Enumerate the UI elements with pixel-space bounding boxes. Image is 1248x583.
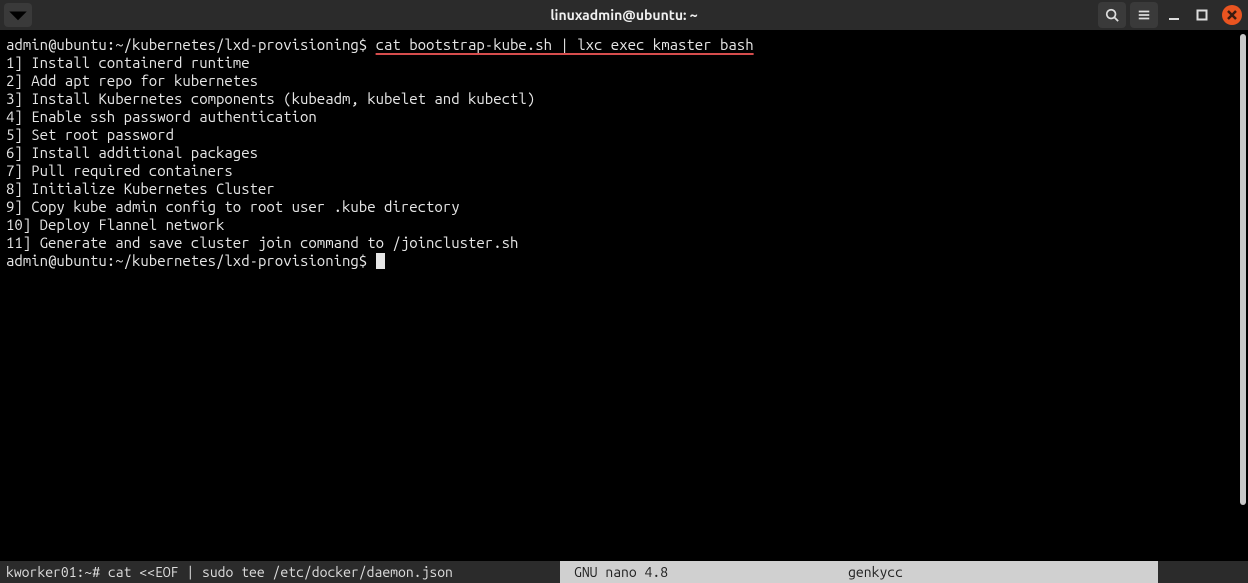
output-line: 5] Set root password	[6, 126, 174, 143]
terminal-window: linuxadmin@ubuntu: ~ admin@ubuntu:~/kube…	[0, 0, 1248, 583]
bottom-mid: GNU nano 4.8 genkycc	[560, 561, 1158, 583]
scrollbar-thumb[interactable]	[1240, 34, 1246, 505]
output-line: 2] Add apt repo for kubernetes	[6, 72, 258, 89]
menu-button[interactable]	[1130, 2, 1158, 28]
new-tab-button[interactable]	[4, 3, 32, 27]
output-line: 1] Install containerd runtime	[6, 54, 250, 71]
search-icon	[1105, 8, 1119, 22]
maximize-icon	[1196, 9, 1208, 21]
search-button[interactable]	[1098, 2, 1126, 28]
maximize-button[interactable]	[1190, 3, 1214, 27]
editor-name: GNU nano 4.8	[574, 564, 668, 580]
chevron-down-icon	[4, 1, 32, 29]
terminal-content[interactable]: admin@ubuntu:~/kubernetes/lxd-provisioni…	[0, 30, 1238, 561]
hamburger-icon	[1137, 8, 1151, 22]
output-line: 7] Pull required containers	[6, 162, 233, 179]
output-line: 9] Copy kube admin config to root user .…	[6, 198, 460, 215]
minimize-button[interactable]	[1162, 3, 1186, 27]
editor-file: genkycc	[848, 564, 903, 580]
titlebar: linuxadmin@ubuntu: ~	[0, 0, 1248, 30]
output-line: 3] Install Kubernetes components (kubead…	[6, 90, 535, 107]
cursor	[376, 253, 385, 269]
scrollbar[interactable]	[1240, 34, 1246, 557]
close-icon	[1227, 10, 1237, 20]
output-line: 4] Enable ssh password authentication	[6, 108, 317, 125]
output-line: 8] Initialize Kubernetes Cluster	[6, 180, 275, 197]
output-line: 10] Deploy Flannel network	[6, 216, 224, 233]
shell-command: cat bootstrap-kube.sh | lxc exec kmaster…	[376, 36, 754, 53]
shell-prompt: admin@ubuntu:~/kubernetes/lxd-provisioni…	[6, 252, 376, 269]
output-line: 6] Install additional packages	[6, 144, 258, 161]
terminal-body[interactable]: admin@ubuntu:~/kubernetes/lxd-provisioni…	[0, 30, 1248, 561]
minimize-icon	[1168, 9, 1180, 21]
shell-prompt: admin@ubuntu:~/kubernetes/lxd-provisioni…	[6, 36, 376, 53]
output-line: 11] Generate and save cluster join comma…	[6, 234, 518, 251]
window-title: linuxadmin@ubuntu: ~	[550, 7, 697, 23]
bottom-strip: kworker01:~# cat <<EOF | sudo tee /etc/d…	[0, 561, 1248, 583]
bottom-left-text: kworker01:~# cat <<EOF | sudo tee /etc/d…	[0, 561, 560, 583]
close-button[interactable]	[1222, 5, 1242, 25]
